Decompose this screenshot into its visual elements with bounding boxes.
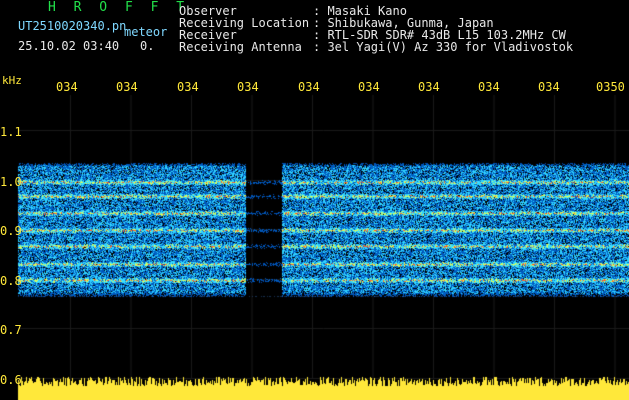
y-tick-label: 0.9 [0,224,22,238]
y-tick-label: 0.7 [0,323,22,337]
x-tick-label: 034 [56,80,78,94]
x-tick-label: 034 [116,80,138,94]
count-value: 0. [140,39,155,53]
mode-label: meteor [124,25,168,39]
spectrogram [0,0,629,400]
info-label-antenna: Receiving Antenna [179,40,302,54]
app-title: H R O F F T [48,0,190,15]
x-tick-label: 034 [177,80,199,94]
x-tick-label: 0350 [596,80,625,94]
x-tick-label: 034 [237,80,259,94]
x-tick-label: 034 [418,80,440,94]
x-tick-label: 034 [358,80,380,94]
y-tick-label: 0.6 [0,373,22,387]
datetime: 25.10.02 03:40 [18,39,120,53]
info-value-antenna: : 3el Yagi(V) Az 330 for Vladivostok [313,40,574,54]
y-tick-label: 1.1 [0,125,22,139]
x-tick-label: 034 [298,80,320,94]
x-tick-label: 034 [478,80,500,94]
file-name: UT2510020340.pn [18,19,127,33]
y-tick-label: 1.0 [0,175,22,189]
y-tick-label: 0.8 [0,274,22,288]
y-axis-unit: kHz [2,74,22,87]
x-tick-label: 034 [538,80,560,94]
